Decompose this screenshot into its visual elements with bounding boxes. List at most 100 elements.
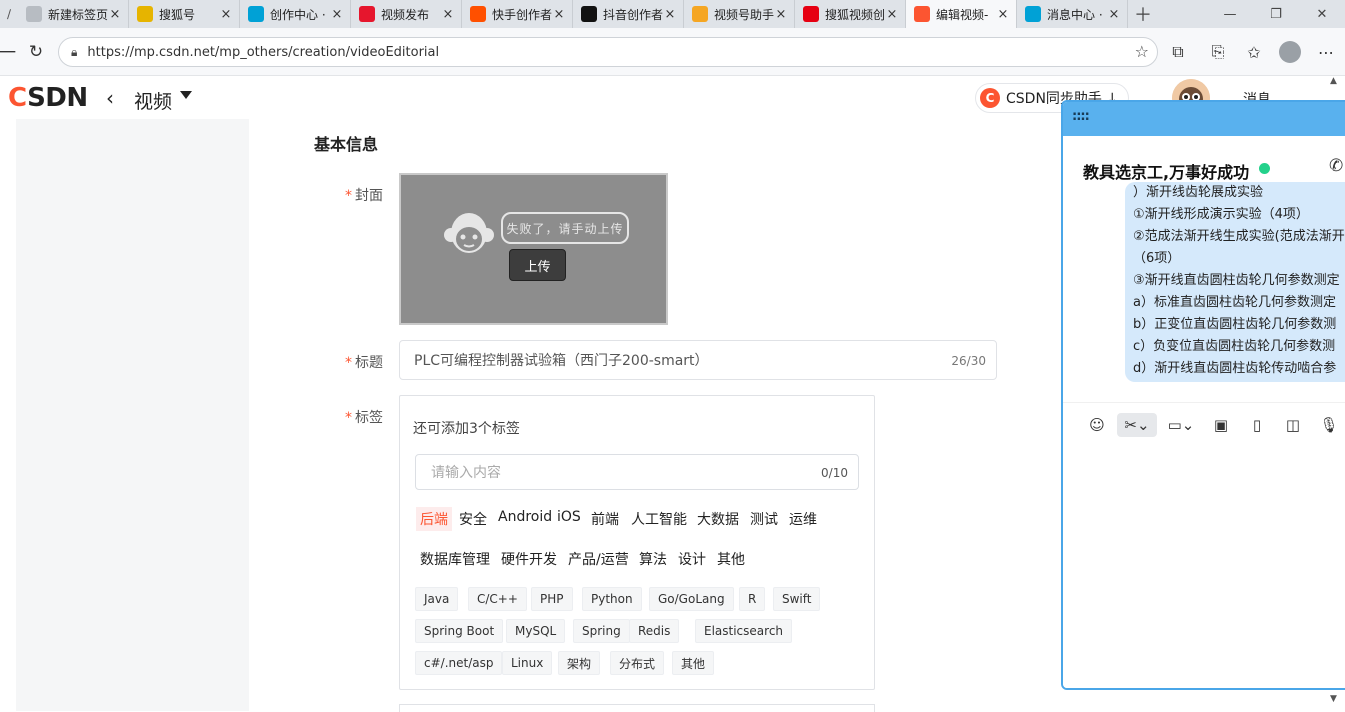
caret-down-icon[interactable] [180, 91, 192, 99]
category-tag[interactable]: 后端 [416, 507, 452, 531]
browser-tab[interactable]: 视频发布 × [351, 0, 462, 28]
new-tab-button[interactable]: ＋ [1128, 0, 1158, 28]
category-tag[interactable]: 安全 [455, 507, 491, 531]
reload-icon[interactable]: ↻ [24, 40, 48, 64]
tag-chip[interactable]: 分布式 [610, 651, 665, 675]
category-tag[interactable]: 数据库管理 [416, 547, 494, 571]
extensions-icon[interactable]: ⧉ [1166, 40, 1190, 64]
tag-chip[interactable]: Linux [502, 651, 553, 675]
online-status-dot [1259, 163, 1270, 174]
folder-icon[interactable]: ▭⌄ [1168, 413, 1195, 437]
tags-label: * 标签 [345, 410, 383, 426]
browser-tab[interactable]: 编辑视频- × [906, 0, 1017, 28]
address-bar[interactable]: 🔒︎ https://mp.csdn.net/mp_others/creatio… [58, 37, 1158, 67]
tag-chip[interactable]: 架构 [558, 651, 601, 675]
cover-upload-area[interactable]: 失败了，请手动上传 上传 [399, 173, 668, 325]
tag-chip[interactable]: Python [582, 587, 642, 611]
maximize-button[interactable]: ❐ [1253, 0, 1299, 28]
tag-chip[interactable]: R [739, 587, 766, 611]
douyin-icon [581, 6, 597, 22]
browser-tab[interactable]: 抖音创作者 × [573, 0, 684, 28]
tag-input[interactable]: 请输入内容 0/10 [415, 454, 859, 490]
tag-chip[interactable]: MySQL [506, 619, 566, 643]
scroll-down-arrow-icon[interactable]: ▼ [1330, 694, 1337, 704]
image-icon[interactable]: ▣ [1209, 413, 1233, 437]
tab-close-icon[interactable]: × [552, 7, 566, 22]
emoji-icon[interactable]: ☺ [1085, 413, 1109, 437]
tab-close-icon[interactable]: × [1107, 7, 1121, 22]
category-tag[interactable]: 设计 [674, 547, 710, 571]
weibo-icon [359, 6, 375, 22]
browser-tab[interactable]: 搜狐号 × [129, 0, 240, 28]
title-value: PLC可编程控制器试验箱（西门子200-smart） [414, 353, 709, 369]
tab-close-icon[interactable]: × [996, 7, 1010, 22]
tag-input-placeholder: 请输入内容 [431, 465, 501, 481]
tag-chip[interactable]: Redis [629, 619, 680, 643]
phone-icon[interactable]: ✆ [1329, 156, 1343, 176]
title-label: * 标题 [345, 355, 383, 371]
tab-close-icon[interactable]: × [885, 7, 899, 22]
category-tag[interactable]: 人工智能 [627, 507, 691, 531]
favorites-icon[interactable]: ✩ [1242, 40, 1266, 64]
tab-label: 视频发布 [381, 7, 430, 22]
tab-close-icon[interactable]: × [108, 7, 122, 22]
browser-tab[interactable]: 视频号助手 × [684, 0, 795, 28]
tag-chip[interactable]: Spring Boot [415, 619, 504, 643]
red-packet-icon[interactable]: ◫ [1281, 413, 1305, 437]
chat-message-line: （6项） [1133, 251, 1181, 266]
favorite-star-icon[interactable]: ☆ [1135, 42, 1149, 61]
profile-icon[interactable] [1278, 40, 1302, 64]
back-arrow-icon[interactable]: ⟵ [0, 40, 16, 64]
chat-drag-handle[interactable]: :::: [1063, 102, 1345, 136]
title-input[interactable]: PLC可编程控制器试验箱（西门子200-smart） 26/30 [399, 340, 997, 380]
browser-tab[interactable]: 新建标签页 × [18, 0, 129, 28]
category-tag[interactable]: Android [494, 507, 556, 527]
tag-chip[interactable]: Elasticsearch [695, 619, 793, 643]
browser-tab[interactable]: 消息中心 · × [1017, 0, 1128, 28]
tab-label: 抖音创作者 [603, 7, 663, 22]
csdn-logo[interactable]: CSDN [8, 83, 88, 113]
tag-chip[interactable]: C/C++ [468, 587, 527, 611]
scroll-up-arrow-icon[interactable]: ▲ [1330, 76, 1337, 86]
upload-failed-bubble: 失败了，请手动上传 [501, 212, 629, 244]
browser-tab[interactable]: 创作中心 · × [240, 0, 351, 28]
tag-chip[interactable]: Swift [773, 587, 821, 611]
tag-chip[interactable]: Spring [573, 619, 630, 643]
tab-label: 快手创作者 [492, 7, 552, 22]
vibrate-icon[interactable]: ▯ [1245, 413, 1269, 437]
section-title[interactable]: 视频 [134, 87, 172, 114]
category-tag[interactable]: 其他 [713, 547, 749, 571]
microphone-icon[interactable]: 🎙︎ [1317, 413, 1341, 437]
tab-close-icon[interactable]: × [330, 7, 344, 22]
browser-tab[interactable]: 快手创作者 × [462, 0, 573, 28]
category-tag[interactable]: 运维 [785, 507, 821, 531]
tag-chip[interactable]: Java [415, 587, 459, 611]
chat-compose-area[interactable] [1063, 446, 1345, 688]
tab-close-icon[interactable]: × [774, 7, 788, 22]
tab-close-icon[interactable]: × [663, 7, 677, 22]
more-menu-icon[interactable]: ⋯ [1314, 40, 1338, 64]
chat-message-line: b）正变位直齿圆柱齿轮几何参数测 [1133, 317, 1337, 332]
browser-tab[interactable]: 搜狐视频创 × [795, 0, 906, 28]
chat-message-line: c）负变位直齿圆柱齿轮几何参数测 [1133, 339, 1336, 354]
back-chevron-icon[interactable]: ‹ [106, 86, 114, 110]
tab-close-icon[interactable]: × [441, 7, 455, 22]
category-tag[interactable]: 硬件开发 [497, 547, 561, 571]
minimize-button[interactable]: — [1207, 0, 1253, 28]
tab-close-icon[interactable]: × [219, 7, 233, 22]
collections-icon[interactable]: ⎘ [1206, 40, 1230, 64]
upload-button[interactable]: 上传 [509, 249, 566, 281]
tag-char-count: 0/10 [821, 466, 848, 480]
category-tag[interactable]: iOS [553, 507, 585, 527]
tag-chip[interactable]: Go/GoLang [649, 587, 734, 611]
category-tag[interactable]: 测试 [746, 507, 782, 531]
tag-chip[interactable]: PHP [531, 587, 573, 611]
tag-chip[interactable]: c#/.net/asp [415, 651, 503, 675]
category-tag[interactable]: 大数据 [693, 507, 743, 531]
close-window-button[interactable]: ✕ [1299, 0, 1345, 28]
category-tag[interactable]: 产品/运营 [564, 547, 633, 571]
tag-chip[interactable]: 其他 [672, 651, 715, 675]
category-tag[interactable]: 算法 [635, 547, 671, 571]
screenshot-scissors-icon[interactable]: ✂⌄ [1117, 413, 1157, 437]
category-tag[interactable]: 前端 [587, 507, 623, 531]
